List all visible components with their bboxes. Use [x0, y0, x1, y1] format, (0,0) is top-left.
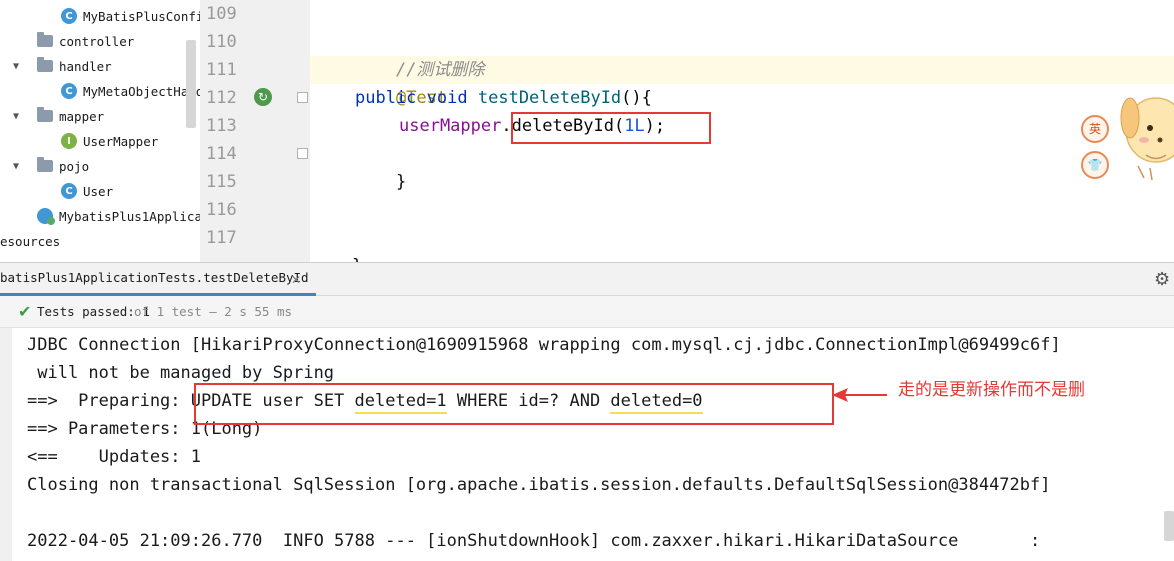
- code-line-110: //测试删除: [355, 28, 484, 80]
- console-scrollbar[interactable]: [1164, 511, 1174, 541]
- code-keyword: public: [355, 88, 417, 108]
- fold-marker-icon[interactable]: [297, 92, 308, 103]
- tree-item-mybatisplusconfig[interactable]: C MyBatisPlusConfig: [61, 5, 200, 27]
- line-number: 113: [206, 116, 237, 136]
- console-output[interactable]: JDBC Connection [HikariProxyConnection@1…: [0, 328, 1174, 561]
- tree-scrollbar[interactable]: [186, 40, 196, 128]
- highlight-box-sql: [194, 383, 834, 425]
- code-line-114: }: [355, 140, 406, 192]
- tree-item-application[interactable]: MybatisPlus1Applicat: [37, 205, 200, 227]
- line-number: 116: [206, 200, 237, 220]
- tree-item-usermapper[interactable]: I UserMapper: [61, 130, 158, 152]
- code-brace: }: [395, 172, 407, 192]
- tree-item-label: esources: [0, 233, 61, 249]
- tree-item-pojo[interactable]: ▼ pojo: [13, 155, 89, 177]
- code-line-117: }: [311, 224, 362, 262]
- tree-item-label: pojo: [59, 158, 90, 174]
- tree-item-label: mapper: [59, 108, 105, 124]
- expand-arrow-icon[interactable]: ▼: [13, 161, 25, 172]
- skin-bubble[interactable]: 👕: [1081, 151, 1109, 179]
- tree-item-user[interactable]: C User: [61, 180, 113, 202]
- interface-icon: I: [61, 133, 77, 149]
- console-prefix: ==> Preparing:: [27, 391, 191, 411]
- code-editor[interactable]: //测试删除 @Test public void testDeleteById(…: [310, 0, 1174, 262]
- ime-language-bubble[interactable]: 英: [1081, 115, 1109, 143]
- expand-arrow-icon[interactable]: ▼: [13, 61, 25, 72]
- tree-item-label: controller: [59, 33, 135, 49]
- check-icon: ✔: [18, 302, 32, 321]
- folder-icon: [37, 32, 53, 47]
- line-number: 110: [206, 32, 237, 52]
- console-margin: [0, 328, 12, 561]
- highlight-box-deletebyid: [511, 112, 711, 144]
- folder-icon: [37, 57, 53, 72]
- red-arrow-icon: [832, 388, 887, 402]
- tree-item-label: handler: [59, 58, 112, 74]
- line-number: 111: [206, 60, 237, 80]
- mascot-icon: [1120, 97, 1174, 180]
- tree-item-label: MyMetaObjectHandl: [83, 83, 200, 99]
- code-field: userMapper: [399, 116, 502, 136]
- code-line-112: public void testDeleteById(){: [355, 84, 652, 112]
- tree-item-controller[interactable]: controller: [37, 30, 134, 52]
- console-line: <== Updates: 1: [27, 447, 201, 467]
- fold-marker-icon[interactable]: [297, 148, 308, 159]
- tree-item-label: MyBatisPlusConfig: [83, 8, 200, 24]
- console-line: JDBC Connection [HikariProxyConnection@1…: [27, 335, 1061, 355]
- folder-icon: [37, 107, 53, 122]
- tree-item-label: User: [83, 183, 114, 199]
- tree-item-resources[interactable]: esources: [0, 230, 60, 252]
- line-number: 114: [206, 144, 237, 164]
- class-icon: C: [61, 183, 77, 199]
- tree-item-mapper[interactable]: ▼ mapper: [13, 105, 104, 127]
- tests-passed-label: Tests passed: 1: [37, 304, 150, 319]
- tab-label: batisPlus1ApplicationTests.testDeleteByI…: [0, 270, 309, 285]
- test-duration-label: of 1 test – 2 s 55 ms: [134, 304, 293, 319]
- code-keyword: void: [426, 88, 468, 108]
- line-number: 115: [206, 172, 237, 192]
- line-number: 109: [206, 4, 237, 24]
- gear-icon[interactable]: ⚙: [1154, 269, 1170, 290]
- test-status-bar: ✔ Tests passed: 1 of 1 test – 2 s 55 ms: [0, 296, 1174, 328]
- code-line-111: @Test: [355, 56, 447, 108]
- class-icon: C: [61, 8, 77, 24]
- expand-arrow-icon[interactable]: ▼: [13, 111, 25, 122]
- tree-item-mymetaobjecthandler[interactable]: C MyMetaObjectHandl: [61, 80, 200, 102]
- tree-item-handler[interactable]: ▼ handler: [13, 55, 112, 77]
- close-icon[interactable]: ✕: [291, 273, 301, 287]
- tab-run-configuration[interactable]: batisPlus1ApplicationTests.testDeleteByI…: [0, 263, 316, 296]
- code-punct: (){: [621, 88, 652, 108]
- run-test-icon[interactable]: ↻: [254, 88, 272, 106]
- code-method-name: testDeleteById: [477, 88, 622, 108]
- spring-app-icon: [37, 208, 55, 225]
- run-tool-window-tabs: batisPlus1ApplicationTests.testDeleteByI…: [0, 262, 1174, 296]
- annotation-note: 走的是更新操作而不是删: [898, 380, 1085, 400]
- console-line: 2022-04-05 21:09:26.770 INFO 5788 --- [i…: [27, 531, 1041, 551]
- line-number: 117: [206, 228, 237, 248]
- class-icon: C: [61, 83, 77, 99]
- tree-item-label: UserMapper: [83, 133, 159, 149]
- line-number: 112: [206, 88, 237, 108]
- console-line: Closing non transactional SqlSession [or…: [27, 475, 1051, 495]
- editor-gutter: 109 110 111 112 113 114 115 116 117 ↻: [200, 0, 310, 262]
- project-tree: C MyBatisPlusConfig controller ▼ handler…: [0, 0, 200, 262]
- folder-icon: [37, 157, 53, 172]
- tree-item-label: MybatisPlus1Applicat: [59, 208, 200, 224]
